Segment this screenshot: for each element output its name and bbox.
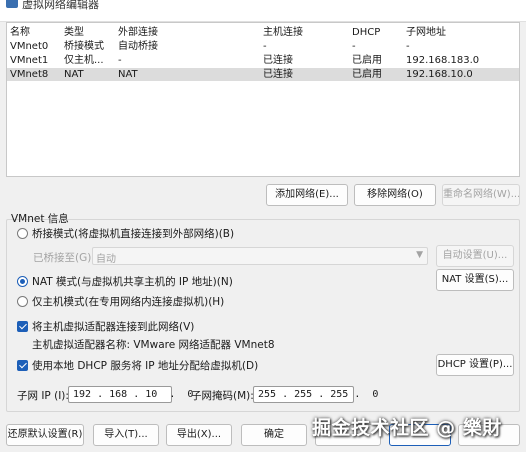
bridged-to-value: 自动	[96, 254, 116, 265]
row-external: -	[118, 55, 122, 66]
adapter-name-text: 主机虚拟适配器名称: VMware 网络适配器 VMnet8	[32, 339, 275, 351]
remove-network-button[interactable]: 移除网络(O)	[354, 184, 436, 206]
dhcp-label[interactable]: 使用本地 DHCP 服务将 IP 地址分配给虚拟机(D)	[32, 358, 258, 373]
table-header: 名称 类型 外部连接 主机连接 DHCP 子网地址	[7, 26, 519, 39]
subnet-mask-input[interactable]: 255 . 255 . 255 . 0	[253, 386, 378, 403]
column-header-external[interactable]: 外部连接	[118, 26, 258, 39]
rename-network-button[interactable]: 重命名网络(W)...	[442, 184, 520, 206]
bridged-mode-radio[interactable]	[17, 228, 28, 239]
nat-mode-radio[interactable]	[17, 276, 28, 287]
restore-defaults-button[interactable]: 还原默认设置(R)	[6, 424, 84, 446]
bridged-mode-label[interactable]: 桥接模式(将虚拟机直接连接到外部网络)(B)	[32, 226, 234, 241]
column-header-subnet[interactable]: 子网地址	[406, 26, 506, 39]
row-external: NAT	[118, 69, 138, 80]
row-type: 桥接模式	[64, 41, 104, 52]
column-header-name[interactable]: 名称	[10, 26, 62, 39]
bridged-to-select[interactable]: 自动 ▼	[92, 247, 428, 265]
host-only-mode-radio[interactable]	[17, 296, 28, 307]
subnet-ip-input[interactable]: 192 . 168 . 10 . 0	[68, 386, 193, 403]
auto-settings-button[interactable]: 自动设置(U)...	[436, 245, 514, 267]
column-header-type[interactable]: 类型	[64, 26, 116, 39]
table-row[interactable]: VMnet1 仅主机... - 已连接 已启用 192.168.183.0	[7, 54, 519, 67]
column-header-host[interactable]: 主机连接	[263, 26, 349, 39]
chevron-down-icon: ▼	[416, 250, 423, 260]
host-only-mode-label[interactable]: 仅主机模式(在专用网络内连接虚拟机)(H)	[32, 294, 224, 309]
connect-adapter-label[interactable]: 将主机虚拟适配器连接到此网络(V)	[32, 319, 194, 334]
vmnet-info-title: VMnet 信息	[11, 213, 69, 225]
column-header-dhcp[interactable]: DHCP	[352, 26, 404, 39]
row-type: NAT	[64, 69, 84, 80]
row-subnet: -	[406, 41, 410, 52]
ok-button[interactable]: 确定	[241, 424, 307, 446]
subnet-mask-label: 子网掩码(M):	[191, 390, 254, 402]
table-row-selected[interactable]: VMnet8 NAT NAT 已连接 已启用 192.168.10.0	[7, 68, 519, 81]
nat-mode-label[interactable]: NAT 模式(与虚拟机共享主机的 IP 地址)(N)	[32, 274, 233, 289]
row-type: 仅主机...	[64, 55, 104, 66]
row-subnet: 192.168.183.0	[406, 55, 480, 66]
row-subnet: 192.168.10.0	[406, 69, 473, 80]
window-title: 虚拟网络编辑器	[22, 0, 99, 11]
row-dhcp: 已启用	[352, 69, 382, 80]
row-name: VMnet1	[10, 55, 49, 66]
export-button[interactable]: 导出(X)...	[166, 424, 232, 446]
add-network-button[interactable]: 添加网络(E)...	[266, 184, 348, 206]
title-bar: 虚拟网络编辑器	[0, 0, 526, 22]
dhcp-settings-button[interactable]: DHCP 设置(P)...	[436, 354, 514, 376]
subnet-ip-label: 子网 IP (I):	[17, 390, 69, 402]
row-host: -	[263, 41, 267, 52]
bridged-to-label: 已桥接至(G):	[33, 252, 95, 264]
row-dhcp: -	[352, 41, 356, 52]
table-row[interactable]: VMnet0 桥接模式 自动桥接 - - -	[7, 40, 519, 53]
row-name: VMnet8	[10, 69, 49, 80]
watermark-text: 掘金技术社区 @ 樂財	[312, 417, 502, 439]
network-table[interactable]: 名称 类型 外部连接 主机连接 DHCP 子网地址 VMnet0 桥接模式 自动…	[6, 22, 520, 177]
dhcp-checkbox[interactable]	[17, 360, 28, 371]
row-host: 已连接	[263, 69, 293, 80]
app-icon	[6, 0, 18, 8]
row-external: 自动桥接	[118, 41, 158, 52]
connect-adapter-checkbox[interactable]	[17, 321, 28, 332]
row-name: VMnet0	[10, 41, 49, 52]
import-button[interactable]: 导入(T)...	[93, 424, 159, 446]
nat-settings-button[interactable]: NAT 设置(S)...	[436, 269, 514, 291]
row-dhcp: 已启用	[352, 55, 382, 66]
row-host: 已连接	[263, 55, 293, 66]
